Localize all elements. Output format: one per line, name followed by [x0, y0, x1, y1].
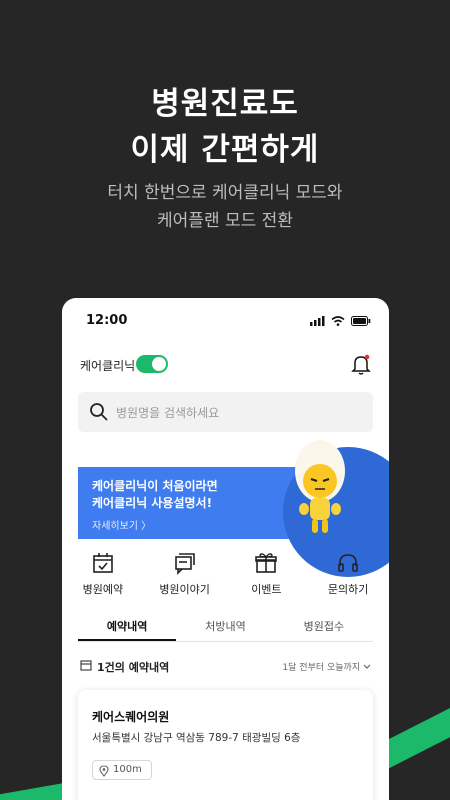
mode-toggle-row: 케어클리닉 — [80, 354, 371, 376]
menu-label-event: 이벤트 — [251, 583, 282, 596]
search-icon — [90, 403, 108, 421]
search-input[interactable]: 병원명을 검색하세요 — [116, 404, 219, 421]
menu-label-stories: 병원이야기 — [159, 583, 210, 596]
tab-hospital-reception[interactable]: 병원접수 — [275, 616, 373, 641]
wifi-icon — [331, 316, 345, 326]
menu-item-event[interactable]: 이벤트 — [226, 550, 308, 600]
date-filter-dropdown[interactable]: 1달 전부터 오늘까지 — [282, 660, 371, 673]
banner-line1: 케어클리닉이 처음이라면 — [92, 479, 218, 493]
mode-toggle-switch[interactable] — [136, 355, 168, 373]
menu-item-stories[interactable]: 병원이야기 — [144, 550, 226, 600]
accent-stripe-left — [0, 782, 72, 800]
distance-value: 100m — [113, 764, 142, 775]
search-bar[interactable]: 병원명을 검색하세요 — [78, 392, 373, 432]
menu-item-inquiry[interactable]: 문의하기 — [307, 550, 389, 600]
reservation-count: 1건의 예약내역 — [97, 661, 170, 674]
hero-title-line2: 이제 간편하게 — [130, 132, 320, 168]
chat-bubble-icon — [174, 553, 195, 575]
hero-title-line1: 병원진료도 — [151, 86, 299, 122]
gift-icon — [255, 553, 278, 573]
toggle-label: 케어클리닉 — [80, 359, 136, 373]
chevron-down-icon — [363, 664, 371, 669]
reservation-card[interactable]: 케어스퀘어의원 서울특별시 강남구 역삼동 789-7 태광빌딩 6층 100m — [78, 690, 373, 800]
distance-badge: 100m — [92, 760, 152, 780]
signal-icon — [310, 316, 325, 326]
menu-label-inquiry: 문의하기 — [327, 583, 369, 596]
calendar-icon — [80, 660, 92, 671]
quick-menu: 병원예약 병원이야기 이벤트 문의하기 — [62, 550, 389, 600]
phone-mockup: 12:00 케어클리닉 병원명을 검색하세요 케어클리닉이 처음이라면 케어클리… — [62, 298, 389, 800]
tab-prescriptions[interactable]: 처방내역 — [176, 616, 274, 641]
egg-mascot-image — [295, 440, 345, 533]
menu-label-reservation: 병원예약 — [82, 583, 124, 596]
status-bar: 12:00 — [86, 313, 371, 331]
tab-reservations[interactable]: 예약내역 — [78, 616, 177, 641]
banner-line2: 케어클리닉 사용설명서! — [92, 496, 213, 510]
banner-more-link[interactable]: 자세히보기 〉 — [92, 517, 151, 532]
status-time: 12:00 — [86, 313, 128, 328]
hospital-address: 서울특별시 강남구 역삼동 789-7 태광빌딩 6층 — [92, 732, 301, 744]
hero-subtitle-line2: 케어플랜 모드 전환 — [157, 211, 293, 231]
reservation-count-row: 1건의 예약내역 1달 전부터 오늘까지 — [80, 658, 371, 678]
calendar-check-icon — [93, 553, 113, 573]
battery-icon — [351, 316, 371, 326]
headset-icon — [338, 554, 358, 572]
toggle-knob — [152, 357, 166, 371]
date-filter-label: 1달 전부터 오늘까지 — [282, 663, 361, 673]
hospital-name: 케어스퀘어의원 — [92, 710, 170, 724]
history-tabs: 예약내역 처방내역 병원접수 — [78, 616, 373, 642]
hero-subtitle-line1: 터치 한번으로 케어클리닉 모드와 — [107, 183, 343, 203]
menu-item-reservation[interactable]: 병원예약 — [62, 550, 144, 600]
location-pin-icon — [99, 765, 109, 777]
bell-icon[interactable] — [351, 354, 371, 376]
